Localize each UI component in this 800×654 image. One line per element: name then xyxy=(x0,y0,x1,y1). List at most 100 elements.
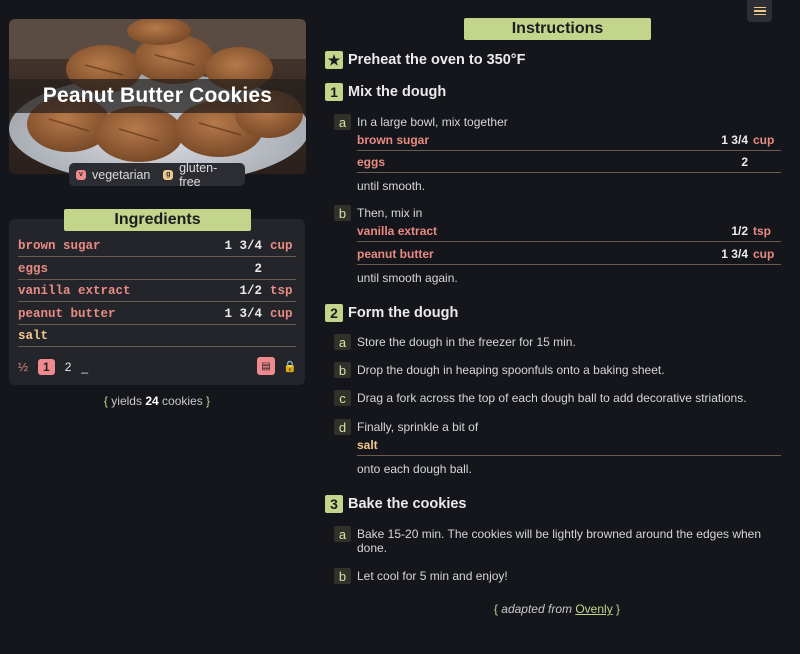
substep-text: Drag a fork across the top of each dough… xyxy=(357,391,747,405)
ingredient-row[interactable]: brown sugar 1 3/4 cup xyxy=(18,235,296,257)
substep-text: Finally, sprinkle a bit of xyxy=(357,420,479,434)
substep[interactable]: a Bake 15-20 min. The cookies will be li… xyxy=(334,526,774,555)
ingredient-qty: 1/2 xyxy=(731,224,748,238)
step-number: 2 xyxy=(325,304,343,322)
substep-text: Drop the dough in heaping spoonfuls onto… xyxy=(357,363,665,377)
step-title: Mix the dough xyxy=(348,84,447,100)
tag-label: vegetarian xyxy=(92,167,151,182)
yields-prefix: yields xyxy=(111,394,142,408)
credit-prefix: adapted from xyxy=(501,602,572,616)
instructions-header: Instructions xyxy=(464,18,651,40)
substep[interactable]: b Let cool for 5 min and enjoy! xyxy=(334,568,508,584)
scale-actions: ▤ 🔒 xyxy=(257,357,297,375)
substep[interactable]: c Drag a fork across the top of each dou… xyxy=(334,390,747,406)
substep[interactable]: d Finally, sprinkle a bit of xyxy=(334,419,478,435)
substep-letter: b xyxy=(334,362,351,378)
ingredient-qty: 1/2 xyxy=(239,284,262,298)
substep-text: Bake 15-20 min. The cookies will be ligh… xyxy=(357,527,762,555)
hamburger-icon xyxy=(753,6,766,9)
lock-icon[interactable]: 🔒 xyxy=(283,360,297,373)
star-icon: ★ xyxy=(325,51,343,69)
step-number: 1 xyxy=(325,83,343,101)
ingredient-name: vanilla extract xyxy=(357,224,438,238)
substep-letter: a xyxy=(334,526,351,542)
ingredient-qty: 1 3/4 xyxy=(721,133,748,147)
substep[interactable]: a In a large bowl, mix together xyxy=(334,114,508,130)
recipe-photo: Peanut Butter Cookies xyxy=(9,19,306,174)
ingredient-row[interactable]: vanilla extract 1/2 tsp xyxy=(18,280,296,302)
recipe-credit: { adapted from Ovenly } xyxy=(493,602,621,616)
measuring-cup-icon[interactable]: ▤ xyxy=(257,357,275,375)
substep[interactable]: b Drop the dough in heaping spoonfuls on… xyxy=(334,362,665,378)
ingredient-row[interactable]: peanut butter 1 3/4 cup xyxy=(18,303,296,325)
inline-ingredient[interactable]: brown sugar 1 3/4 cup xyxy=(357,131,781,151)
yields-line: { yields 24 cookies } xyxy=(103,394,211,408)
inline-ingredient[interactable]: eggs 2 xyxy=(357,153,781,173)
vegetarian-icon: v xyxy=(76,169,86,180)
ingredients-header: Ingredients xyxy=(64,209,251,231)
gluten-free-icon: g xyxy=(163,169,174,180)
substep-text: Then, mix in xyxy=(357,206,423,220)
step-heading: 2 Form the dough xyxy=(325,303,458,323)
substep-after-text: until smooth. xyxy=(357,179,426,193)
ingredient-unit: cup xyxy=(753,247,775,261)
scale-2x-button[interactable]: 2 xyxy=(65,360,72,374)
ingredient-unit: cup xyxy=(270,307,293,321)
ingredient-name: salt xyxy=(357,438,378,452)
substep[interactable]: a Store the dough in the freezer for 15 … xyxy=(334,334,576,350)
step-number: 3 xyxy=(325,495,343,513)
substep-letter: d xyxy=(334,419,351,435)
ingredient-unit: cup xyxy=(753,133,775,147)
substep-letter: a xyxy=(334,334,351,350)
ingredient-row[interactable]: eggs 2 xyxy=(18,258,296,280)
ingredient-qty: 2 xyxy=(254,262,262,276)
substep-letter: c xyxy=(334,390,351,406)
ingredient-name: eggs xyxy=(18,262,49,276)
inline-ingredient[interactable]: vanilla extract 1/2 tsp xyxy=(357,222,781,242)
scale-selector: ½ 1 2 _ ▤ 🔒 xyxy=(18,357,297,377)
ingredient-name: eggs xyxy=(357,155,386,169)
substep-letter: a xyxy=(334,114,351,130)
inline-ingredient[interactable]: salt xyxy=(357,436,781,456)
substep-after-text: until smooth again. xyxy=(357,271,458,285)
ingredient-name: peanut butter xyxy=(18,307,116,321)
step-heading: 3 Bake the cookies xyxy=(325,494,466,514)
ingredient-qty: 1 3/4 xyxy=(224,307,262,321)
ingredient-unit: cup xyxy=(270,239,293,253)
ingredient-qty: 1 3/4 xyxy=(224,239,262,253)
yields-suffix: cookies xyxy=(162,394,203,408)
ingredient-unit: tsp xyxy=(270,284,293,298)
scale-custom-input[interactable]: _ xyxy=(81,360,88,374)
scale-1x-button[interactable]: 1 xyxy=(38,359,55,375)
ingredient-name: salt xyxy=(18,329,49,343)
substep-text: In a large bowl, mix together xyxy=(357,115,508,129)
inline-ingredient[interactable]: peanut butter 1 3/4 cup xyxy=(357,245,781,265)
yields-count: 24 xyxy=(145,394,159,408)
ingredient-unit: tsp xyxy=(753,224,771,238)
substep-text: Let cool for 5 min and enjoy! xyxy=(357,569,508,583)
preheat-text: Preheat the oven to 350°F xyxy=(348,52,526,68)
recipe-title: Peanut Butter Cookies xyxy=(9,79,306,113)
substep-text: Store the dough in the freezer for 15 mi… xyxy=(357,335,576,349)
preheat-step: ★ Preheat the oven to 350°F xyxy=(325,50,525,70)
tag-gluten-free: g gluten-free xyxy=(163,161,237,189)
step-title: Form the dough xyxy=(348,305,459,321)
substep[interactable]: b Then, mix in xyxy=(334,205,422,221)
ingredient-qty: 2 xyxy=(741,155,748,169)
ingredient-name: peanut butter xyxy=(357,247,434,261)
ingredient-name: brown sugar xyxy=(357,133,430,147)
scale-half-button[interactable]: ½ xyxy=(18,360,28,374)
diet-tags: v vegetarian g gluten-free xyxy=(69,161,245,189)
tag-label: gluten-free xyxy=(179,160,218,189)
ingredient-row[interactable]: salt xyxy=(18,325,296,347)
menu-button[interactable] xyxy=(747,0,772,22)
step-heading: 1 Mix the dough xyxy=(325,82,446,102)
credit-link[interactable]: Ovenly xyxy=(575,602,612,616)
ingredient-name: brown sugar xyxy=(18,239,101,253)
substep-letter: b xyxy=(334,205,351,221)
substep-after-text: onto each dough ball. xyxy=(357,462,472,476)
substep-letter: b xyxy=(334,568,351,584)
tag-vegetarian: v vegetarian xyxy=(76,168,150,182)
ingredient-name: vanilla extract xyxy=(18,284,131,298)
ingredient-qty: 1 3/4 xyxy=(721,247,748,261)
